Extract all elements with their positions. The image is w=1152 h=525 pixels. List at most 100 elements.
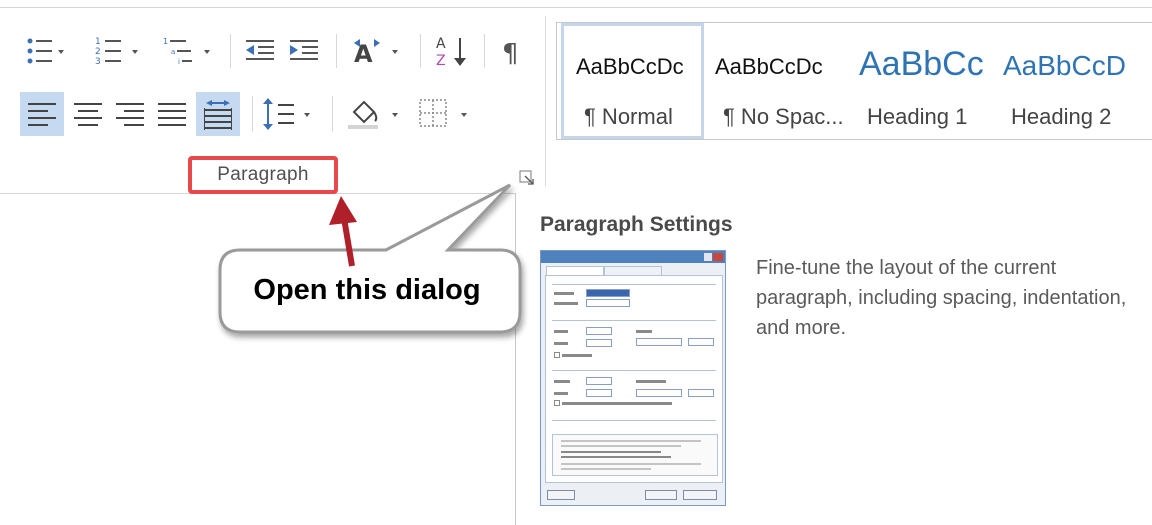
label — [554, 392, 568, 395]
separator — [332, 96, 333, 132]
ribbon: 1 2 3 1 a i A A Z ¶ Paragraph AaBbCcDc ¶… — [0, 0, 1152, 194]
decrease-indent-button[interactable] — [242, 34, 278, 68]
section-rule — [552, 284, 716, 285]
group-separator — [545, 16, 546, 186]
distributed-button[interactable] — [196, 92, 240, 136]
line-spacing-button[interactable] — [260, 94, 318, 134]
asian-layout-button[interactable]: A — [348, 34, 404, 68]
preview-line — [561, 440, 701, 442]
style-sample: AaBbCcDc — [715, 54, 823, 79]
line-spacing-icon — [263, 98, 310, 130]
justify-icon — [158, 103, 186, 126]
svg-text:A: A — [436, 36, 446, 52]
align-left-icon — [28, 103, 56, 126]
label — [554, 380, 570, 383]
align-center-icon — [74, 103, 102, 126]
align-right-button[interactable] — [110, 92, 150, 136]
svg-text:1: 1 — [95, 37, 101, 47]
field — [586, 299, 630, 307]
style-name: ¶ Normal — [584, 104, 673, 129]
separator — [252, 96, 253, 132]
style-sample: AaBbCcD — [1003, 50, 1126, 81]
label — [636, 380, 666, 383]
preview-line — [561, 468, 651, 470]
borders-icon — [419, 99, 467, 127]
paint-bucket-icon — [348, 100, 398, 129]
field — [636, 389, 682, 397]
label — [554, 342, 568, 345]
decrease-indent-icon — [246, 40, 274, 60]
tooltip-description: Fine-tune the layout of the current para… — [756, 257, 1127, 339]
label — [554, 302, 578, 305]
numbering-button[interactable]: 1 2 3 — [92, 34, 140, 68]
red-arrow-head — [329, 196, 357, 225]
dialog-preview — [552, 434, 718, 476]
show-hide-button[interactable]: ¶ — [494, 34, 530, 68]
dialog-button — [547, 490, 575, 500]
sort-button[interactable]: A Z — [430, 32, 474, 70]
label — [554, 330, 568, 333]
distributed-icon — [204, 100, 232, 130]
field — [688, 389, 714, 397]
pilcrow-icon: ¶ — [502, 39, 519, 68]
increase-indent-button[interactable] — [286, 34, 322, 68]
multilevel-list-icon: 1 a i — [163, 37, 210, 66]
svg-text:¶: ¶ — [502, 39, 519, 68]
center-button[interactable] — [68, 92, 108, 136]
preview-line — [561, 445, 681, 447]
style-name: ¶ No Spac... — [723, 104, 844, 129]
svg-text:3: 3 — [95, 57, 101, 67]
label — [554, 292, 574, 295]
paragraph-settings-tooltip: Paragraph Settings Fine-tune the layout … — [515, 193, 1152, 525]
svg-text:2: 2 — [95, 47, 101, 57]
field — [586, 377, 612, 385]
sort-icon: A Z — [436, 36, 466, 69]
ribbon-top-border — [0, 7, 1152, 8]
checkbox — [554, 400, 560, 406]
style-name: Heading 1 — [867, 104, 968, 129]
section-rule — [552, 420, 716, 421]
svg-text:1: 1 — [163, 37, 168, 46]
dialog-button — [645, 490, 677, 500]
svg-text:i: i — [178, 58, 180, 66]
bullets-button[interactable] — [22, 34, 66, 68]
align-left-button[interactable] — [20, 92, 64, 136]
preview-line — [561, 463, 701, 465]
svg-text:a: a — [171, 48, 175, 56]
shading-button[interactable] — [344, 94, 406, 134]
field — [586, 389, 612, 397]
paragraph-label-text: Paragraph — [217, 164, 309, 185]
checkbox — [554, 352, 560, 358]
dialog-body — [545, 275, 723, 483]
label — [562, 354, 592, 357]
style-heading-2[interactable]: AaBbCcD Heading 2 — [991, 23, 1134, 139]
tooltip-title: Paragraph Settings — [540, 213, 733, 236]
align-right-icon — [116, 103, 144, 126]
increase-indent-icon — [290, 40, 318, 60]
paragraph-group-label: Paragraph — [188, 156, 338, 194]
styles-gallery: AaBbCcDc ¶ Normal AaBbCcDc ¶ No Spac... … — [556, 22, 1152, 140]
style-name: Heading 2 — [1011, 104, 1112, 129]
separator — [230, 34, 231, 68]
borders-button[interactable] — [412, 94, 474, 134]
style-no-spacing[interactable]: AaBbCcDc ¶ No Spac... — [703, 23, 846, 139]
style-heading-1[interactable]: AaBbCc Heading 1 — [847, 23, 990, 139]
dialog-button — [683, 490, 717, 500]
asian-layout-icon: A — [354, 39, 398, 68]
preview-line — [561, 451, 661, 453]
field — [636, 338, 682, 346]
justify-button[interactable] — [152, 92, 192, 136]
callout-text: Open this dialog — [253, 273, 481, 306]
field — [586, 289, 630, 297]
separator — [420, 34, 421, 68]
section-rule — [552, 320, 716, 321]
multilevel-list-button[interactable]: 1 a i — [160, 34, 216, 68]
style-normal[interactable]: AaBbCcDc ¶ Normal — [561, 23, 704, 139]
dialog-titlebar — [541, 251, 725, 263]
section-rule — [552, 370, 716, 371]
dialog-launcher-icon[interactable] — [519, 170, 535, 186]
label — [636, 330, 652, 333]
field — [688, 338, 714, 346]
paragraph-dialog-thumbnail — [540, 250, 726, 506]
separator — [336, 34, 337, 68]
